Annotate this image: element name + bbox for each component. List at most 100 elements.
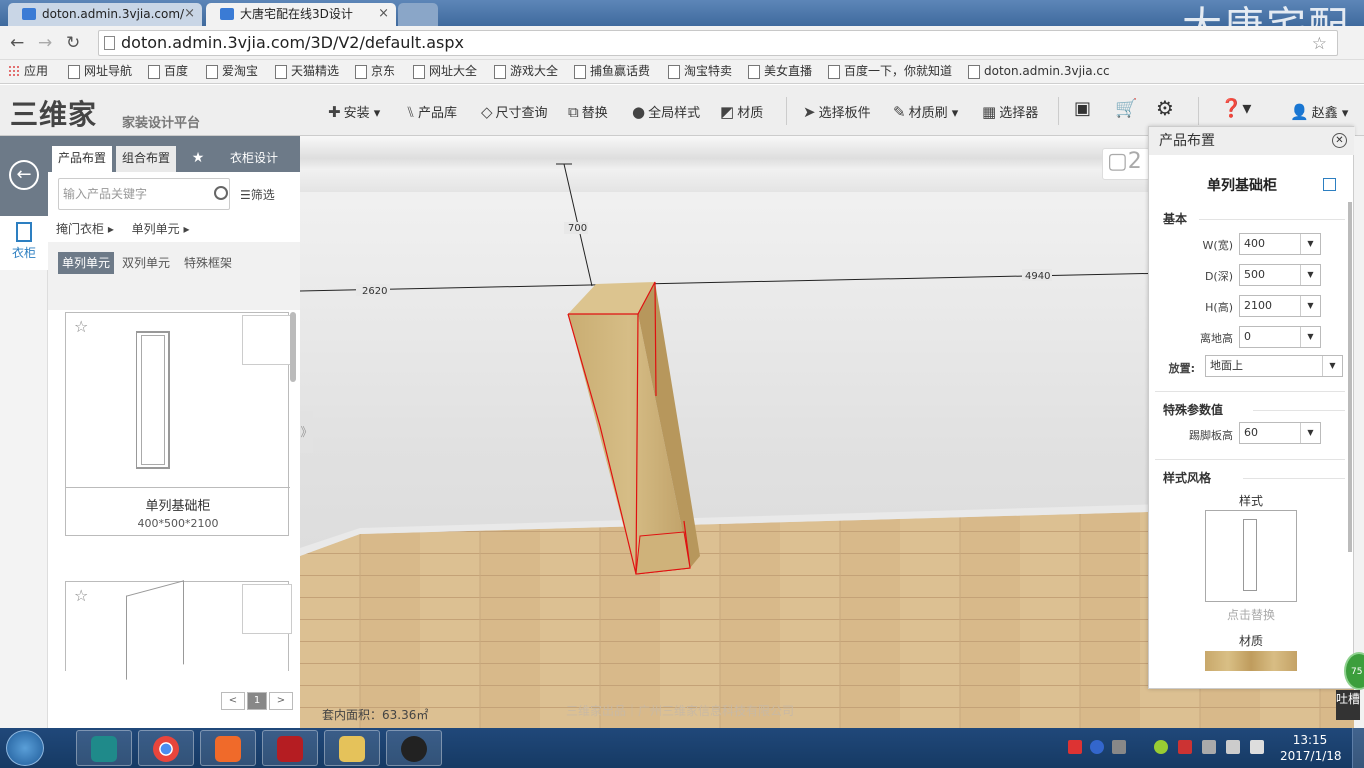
tray-flag-icon[interactable]	[1178, 740, 1192, 754]
start-button[interactable]	[6, 730, 44, 766]
properties-scrollbar[interactable]	[1348, 202, 1352, 552]
dropdown-arrow-icon[interactable]: ▼	[1300, 327, 1320, 347]
feedback-button[interactable]: 吐槽	[1336, 690, 1360, 720]
browser-tab-3d-design[interactable]: 大唐宅配在线3D设计 ×	[206, 3, 396, 26]
new-tab-button[interactable]	[398, 3, 438, 26]
show-desktop-button[interactable]	[1352, 728, 1364, 768]
depth-select[interactable]: 500 ▼	[1239, 264, 1321, 286]
taskbar-explorer[interactable]	[324, 730, 380, 766]
material-swatch[interactable]	[1205, 651, 1297, 671]
view-2d-toggle[interactable]: ▢2	[1102, 148, 1150, 180]
taskbar-chrome[interactable]	[138, 730, 194, 766]
width-select[interactable]: 400 ▼	[1239, 233, 1321, 255]
product-library-button[interactable]: ⑊ 产品库	[406, 102, 457, 121]
search-input[interactable]: 输入产品关键字	[58, 178, 230, 210]
save-icon[interactable]: ▣	[1074, 98, 1091, 119]
tab-wardrobe-design[interactable]: 衣柜设计	[224, 146, 284, 172]
back-arrow-icon[interactable]: ←	[10, 33, 24, 53]
subtab-special-frame[interactable]: 特殊框架	[180, 252, 236, 274]
height-select[interactable]: 2100 ▼	[1239, 295, 1321, 317]
panel-scrollbar[interactable]	[290, 312, 296, 382]
collapse-panel-handle[interactable]: 》	[300, 411, 313, 453]
subtab-double-column[interactable]: 双列单元	[118, 252, 174, 274]
bookmark-item[interactable]: 百度一下，你就知道	[828, 60, 952, 82]
page-number[interactable]: 1	[247, 692, 267, 710]
tray-arrow-icon[interactable]	[1112, 740, 1126, 754]
bookmark-item[interactable]: 百度	[148, 60, 188, 82]
help-icon[interactable]: ❓▾	[1220, 98, 1251, 119]
breadcrumb-item[interactable]: 掩门衣柜	[56, 222, 104, 236]
tray-app-icon[interactable]	[1068, 740, 1082, 754]
rail-item-wardrobe[interactable]: 衣柜	[0, 216, 48, 270]
subtab-single-column[interactable]: 单列单元	[58, 252, 115, 274]
product-card[interactable]: ☆ 单列基础柜 400*500*2100	[65, 312, 292, 536]
dropdown-arrow-icon[interactable]: ▼	[1322, 356, 1342, 376]
bookmark-item[interactable]: 爱淘宝	[206, 60, 258, 82]
volume-icon[interactable]	[1250, 740, 1264, 754]
bookmark-apps[interactable]: 应用	[8, 60, 48, 82]
clock[interactable]: 13:15 2017/1/18	[1280, 732, 1342, 764]
tab-product-layout[interactable]: 产品布置	[52, 146, 112, 172]
next-page-button[interactable]: >	[269, 692, 293, 710]
prev-page-button[interactable]: <	[221, 692, 245, 710]
search-icon[interactable]	[214, 186, 228, 200]
style-thumbnail[interactable]	[1205, 510, 1297, 602]
ground-height-select[interactable]: 0 ▼	[1239, 326, 1321, 348]
product-card[interactable]: ☆	[65, 580, 292, 680]
breadcrumb-item[interactable]: 单列单元	[132, 222, 180, 236]
favorite-star-icon[interactable]: ☆	[74, 586, 88, 605]
replace-button[interactable]: ⧉ 替换	[568, 102, 608, 121]
kick-height-select[interactable]: 60 ▼	[1239, 422, 1321, 444]
tab-combo-layout[interactable]: 组合布置	[116, 146, 176, 172]
favorite-star-icon[interactable]: ☆	[74, 317, 88, 336]
size-query-button[interactable]: ◇ 尺寸查询	[481, 102, 548, 121]
dropdown-arrow-icon[interactable]: ▼	[1300, 234, 1320, 254]
taskbar-autocad[interactable]	[262, 730, 318, 766]
cart-icon[interactable]: 🛒	[1115, 98, 1137, 119]
reload-icon[interactable]: ↻	[66, 33, 80, 53]
bookmark-item[interactable]: 美女直播	[748, 60, 812, 82]
selector-button[interactable]: ▦ 选择器	[982, 102, 1038, 121]
help-tray-icon[interactable]	[1090, 740, 1104, 754]
bookmark-item[interactable]: 淘宝特卖	[668, 60, 732, 82]
user-menu[interactable]: 👤 赵鑫 ▾	[1290, 102, 1348, 121]
dropdown-arrow-icon[interactable]: ▼	[1300, 265, 1320, 285]
close-icon[interactable]: ✕	[1332, 133, 1347, 148]
taskbar-3dsmax[interactable]	[76, 730, 132, 766]
network-icon[interactable]	[1226, 740, 1240, 754]
url-field[interactable]: doton.admin.3vjia.com/3D/V2/default.aspx…	[98, 30, 1338, 56]
bookmark-item[interactable]: 游戏大全	[494, 60, 558, 82]
bookmark-item[interactable]: 天猫精选	[275, 60, 339, 82]
placement-select[interactable]: 地面上 ▼	[1205, 355, 1343, 377]
global-style-button[interactable]: ● 全局样式	[632, 102, 700, 121]
variant-thumbnail[interactable]	[242, 315, 292, 365]
bookmark-item[interactable]: 网址大全	[413, 60, 477, 82]
browser-tab-admin[interactable]: doton.admin.3vjia.com/ ×	[8, 3, 202, 26]
filter-button[interactable]: ☰筛选	[240, 186, 275, 203]
taskbar-presentation[interactable]	[200, 730, 256, 766]
taskbar-obs[interactable]	[386, 730, 442, 766]
favorites-star-icon[interactable]: ★	[188, 146, 208, 172]
back-circle-icon[interactable]: ←	[9, 160, 39, 190]
bookmark-star-icon[interactable]: ☆	[1312, 32, 1327, 56]
install-button[interactable]: ✚ 安装 ▾	[328, 102, 380, 121]
bookmark-item[interactable]: doton.admin.3vjia.cc	[968, 60, 1110, 82]
gear-icon[interactable]: ⚙	[1156, 96, 1174, 120]
bookmark-item[interactable]: 京东	[355, 60, 395, 82]
field-label: 离地高	[1200, 332, 1233, 345]
select-panel-button[interactable]: ➤ 选择板件	[803, 102, 871, 121]
tab-close-icon[interactable]: ×	[378, 3, 389, 25]
dropdown-arrow-icon[interactable]: ▼	[1300, 423, 1320, 443]
edit-icon[interactable]	[1323, 178, 1336, 191]
tray-plus-icon[interactable]	[1154, 740, 1168, 754]
bookmark-item[interactable]: 捕鱼赢话费	[574, 60, 650, 82]
bookmark-item[interactable]: 网址导航	[68, 60, 132, 82]
forward-arrow-icon[interactable]: →	[38, 33, 52, 53]
material-brush-button[interactable]: ✎ 材质刷 ▾	[893, 102, 958, 121]
replace-link[interactable]: 点击替换	[1149, 606, 1353, 623]
dropdown-arrow-icon[interactable]: ▼	[1300, 296, 1320, 316]
material-button[interactable]: ◩ 材质	[720, 102, 763, 121]
variant-thumbnail[interactable]	[242, 584, 292, 634]
tray-device-icon[interactable]	[1202, 740, 1216, 754]
tab-close-icon[interactable]: ×	[184, 3, 195, 25]
